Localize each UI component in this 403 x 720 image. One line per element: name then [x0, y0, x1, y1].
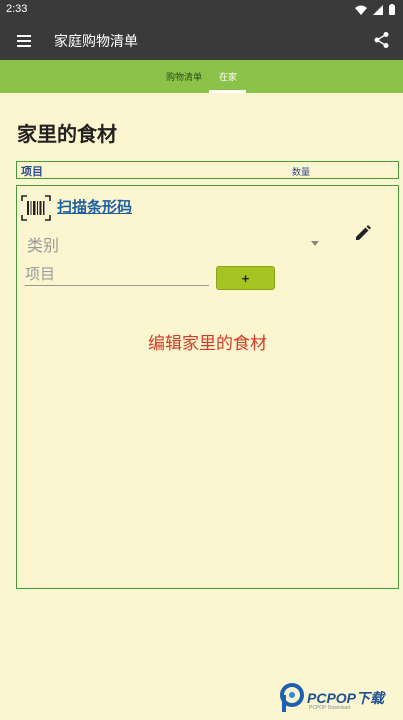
tab-at-home[interactable]: 在家: [219, 70, 237, 83]
chevron-down-icon: [311, 241, 319, 246]
status-time: 2:33: [6, 3, 28, 15]
tab-shopping-list[interactable]: 购物清单: [166, 70, 202, 83]
empty-state-message: 编辑家里的食材: [148, 334, 267, 354]
tab-bar: 购物清单 在家: [0, 60, 403, 93]
column-header-row: 项目 数量: [16, 161, 399, 179]
battery-icon: [389, 4, 395, 15]
pantry-panel: 扫描条形码 类别 + 编辑家里的食材: [16, 185, 399, 589]
watermark-subtext: PCPOP Download: [309, 705, 351, 711]
status-bar: 2:33: [0, 0, 403, 22]
watermark: PCPOP下载 PCPOP Download: [279, 683, 399, 715]
column-header-quantity: 数量: [292, 168, 311, 178]
status-icons: [355, 4, 395, 15]
wifi-icon: [355, 5, 367, 15]
pencil-icon[interactable]: [355, 225, 371, 241]
menu-icon[interactable]: [16, 32, 34, 50]
item-input[interactable]: [25, 262, 209, 286]
signal-icon: [373, 4, 383, 15]
barcode-icon[interactable]: [21, 195, 51, 221]
column-header-item: 项目: [21, 165, 43, 178]
tab-indicator: [209, 90, 246, 93]
category-value: 类别: [27, 236, 60, 255]
page-title: 家里的食材: [17, 122, 117, 146]
scan-barcode-link[interactable]: 扫描条形码: [57, 196, 132, 217]
app-bar: 家庭购物清单: [0, 22, 403, 60]
app-title: 家庭购物清单: [54, 33, 138, 49]
category-select[interactable]: 类别: [25, 232, 321, 256]
share-icon[interactable]: [373, 31, 391, 49]
pcpop-logo-icon: [280, 683, 304, 712]
add-item-button[interactable]: +: [216, 266, 275, 290]
